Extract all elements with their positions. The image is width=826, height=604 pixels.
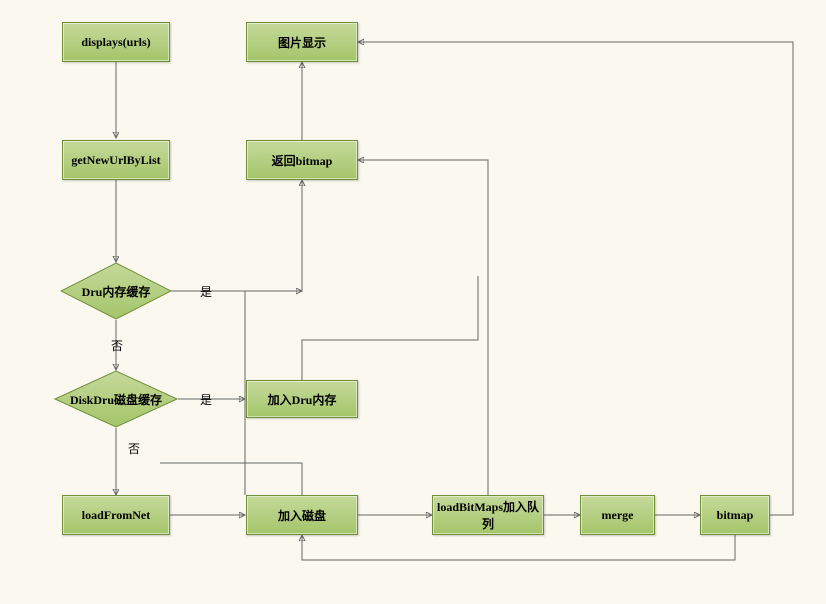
label: 返回bitmap — [272, 152, 333, 169]
node-adddru: 加入Dru内存 — [246, 380, 358, 418]
node-returnbitmap: 返回bitmap — [246, 140, 358, 180]
label: bitmap — [717, 508, 754, 523]
decision-dru-cache: Dru内存缓存 — [60, 262, 172, 320]
node-loadfromnet: loadFromNet — [62, 495, 170, 535]
flowchart-canvas: displays(urls) getNewUrlByList Dru内存缓存 D… — [0, 0, 826, 604]
node-adddisk: 加入磁盘 — [246, 495, 358, 535]
edge-label-yes: 是 — [200, 391, 212, 408]
label: displays(urls) — [81, 35, 150, 50]
label: loadFromNet — [82, 508, 150, 523]
edge-label-no: 否 — [111, 337, 123, 354]
label: Dru内存缓存 — [74, 283, 159, 300]
label: DiskDru磁盘缓存 — [62, 391, 170, 408]
edge-label-no: 否 — [128, 440, 140, 457]
node-loadbitmaps: loadBitMaps加入队列 — [432, 495, 544, 535]
label: 加入磁盘 — [278, 507, 326, 524]
node-merge: merge — [580, 495, 655, 535]
edge-label-yes: 是 — [200, 283, 212, 300]
node-displays: displays(urls) — [62, 22, 170, 62]
label: getNewUrlByList — [71, 153, 160, 168]
node-show: 图片显示 — [246, 22, 358, 62]
decision-diskdru-cache: DiskDru磁盘缓存 — [54, 370, 178, 428]
label: 加入Dru内存 — [268, 391, 337, 408]
label: merge — [602, 508, 634, 523]
label: 图片显示 — [278, 34, 326, 51]
label: loadBitMaps加入队列 — [435, 498, 541, 532]
node-bitmap: bitmap — [700, 495, 770, 535]
node-getnewurl: getNewUrlByList — [62, 140, 170, 180]
